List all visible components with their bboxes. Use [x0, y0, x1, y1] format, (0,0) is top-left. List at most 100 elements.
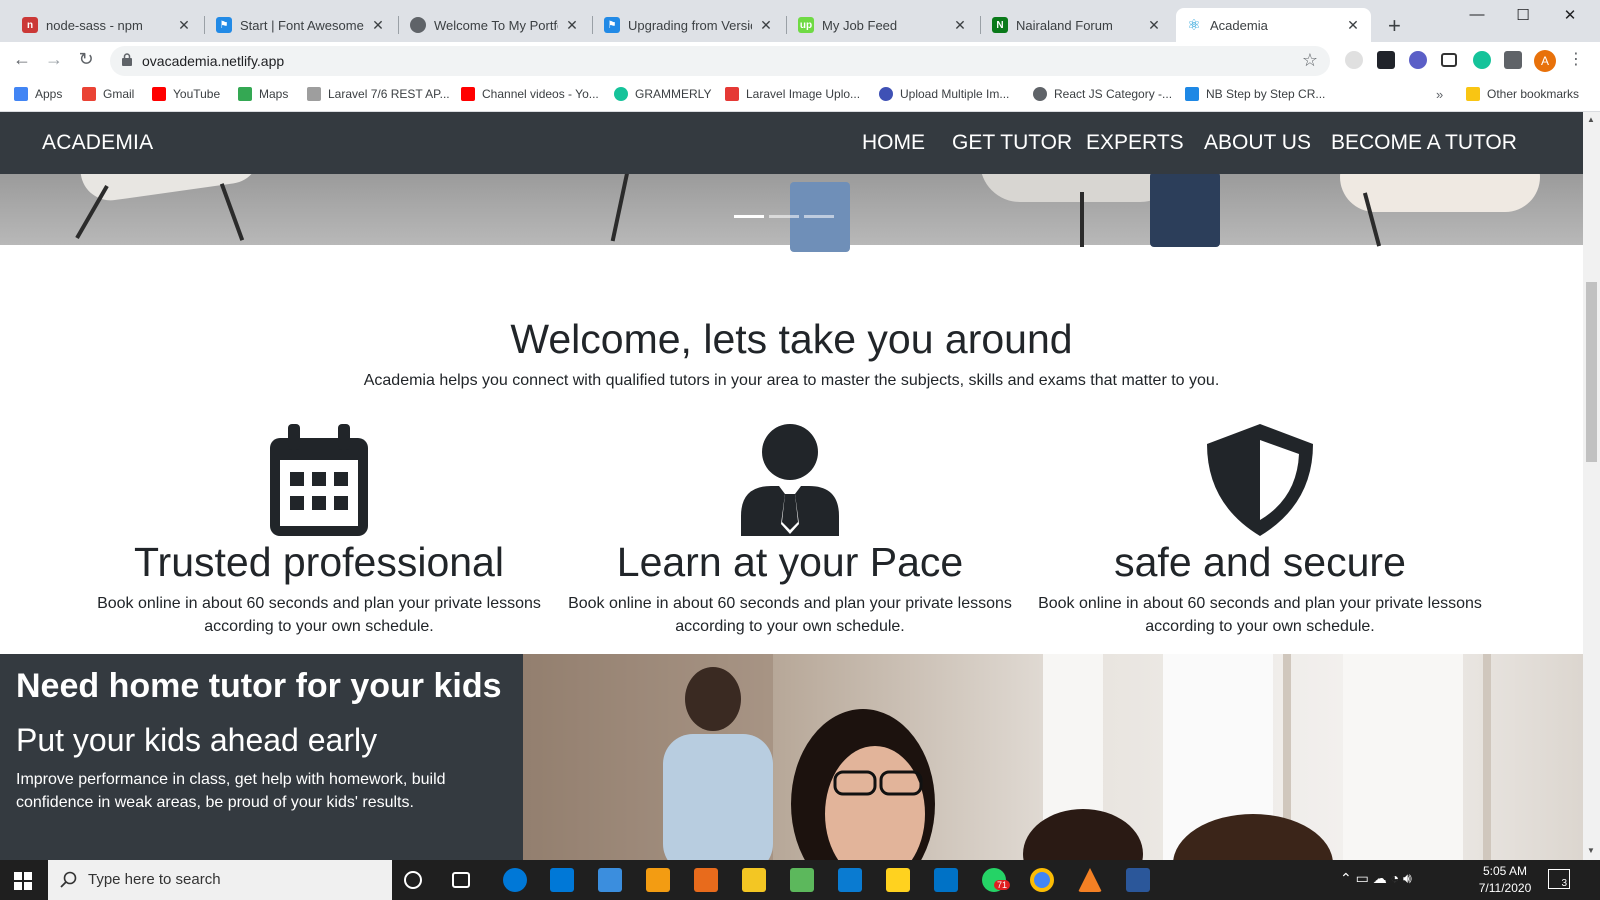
nav-become-a-tutor[interactable]: BECOME A TUTOR — [1331, 131, 1517, 155]
bookmark-gmail[interactable]: Gmail — [82, 87, 134, 101]
app-icon[interactable] — [646, 868, 670, 892]
clock-time: 5:05 AM — [1482, 864, 1528, 878]
carousel-indicator-2[interactable] — [769, 215, 799, 218]
react-devtools-icon[interactable] — [1377, 51, 1395, 69]
close-window-button[interactable]: ✕ — [1555, 6, 1585, 24]
close-tab-icon[interactable]: ✕ — [176, 17, 192, 34]
upwork-icon: up — [798, 17, 814, 33]
browser-tab-nairaland[interactable]: N Nairaland Forum ✕ — [982, 8, 1172, 42]
close-tab-icon[interactable]: ✕ — [370, 17, 386, 34]
user-tie-icon — [741, 424, 839, 536]
json-viewer-icon[interactable] — [1441, 53, 1457, 67]
carousel-indicator-3[interactable] — [804, 215, 834, 218]
vscode-icon[interactable] — [838, 868, 862, 892]
bookmark-other[interactable]: Other bookmarks — [1466, 87, 1579, 101]
page-scrollbar[interactable]: ▲ ▼ — [1583, 112, 1600, 860]
feature-text: Book online in about 60 seconds and plan… — [1038, 595, 1482, 635]
feature-title: Learn at your Pace — [616, 539, 964, 585]
page-viewport: ACADEMIA HOME GET TUTOR EXPERTS ABOUT US… — [0, 112, 1583, 860]
bookmark-laravel-image[interactable]: Laravel Image Uplo... — [725, 87, 860, 101]
new-tab-button[interactable]: + — [1388, 13, 1401, 39]
bookmark-channel-videos[interactable]: Channel videos - Yo... — [461, 87, 599, 101]
nav-home[interactable]: HOME — [862, 131, 925, 155]
reload-button[interactable]: ↻ — [74, 49, 98, 70]
tab-title: Welcome To My Portfolio — [434, 17, 558, 33]
mail-icon[interactable] — [598, 868, 622, 892]
feature-trusted: Trusted professional Book online in abou… — [89, 424, 549, 638]
site-brand[interactable]: ACADEMIA — [42, 131, 153, 155]
profile-avatar[interactable]: A — [1534, 50, 1556, 72]
task-view-icon[interactable] — [452, 872, 470, 888]
back-button[interactable]: ← — [10, 49, 34, 70]
forward-button[interactable]: → — [42, 49, 66, 70]
carousel-indicator-1[interactable] — [734, 215, 764, 218]
feature-text: Book online in about 60 seconds and plan… — [568, 595, 1012, 635]
cortana-icon[interactable] — [404, 871, 422, 889]
tab-title: Nairaland Forum — [1016, 17, 1113, 33]
tab-title: Upgrading from Version — [628, 17, 752, 33]
extension-icon[interactable] — [1409, 51, 1427, 69]
calendar-icon — [270, 424, 368, 536]
tab-title: Start | Font Awesome — [240, 17, 364, 33]
url-text: ovacademia.netlify.app — [142, 53, 285, 69]
notifications-icon[interactable]: 3 — [1548, 869, 1570, 889]
close-tab-icon[interactable]: ✕ — [564, 17, 580, 34]
close-tab-icon[interactable]: ✕ — [952, 17, 968, 34]
bookmark-upload-multiple[interactable]: Upload Multiple Im... — [879, 87, 1009, 101]
nav-experts[interactable]: EXPERTS — [1086, 131, 1184, 155]
menu-kebab-icon[interactable]: ⋮ — [1568, 49, 1584, 69]
minimize-button[interactable]: — — [1462, 6, 1492, 23]
windows-start-icon[interactable] — [14, 872, 32, 890]
scrollbar-thumb[interactable] — [1586, 282, 1597, 462]
outlook-icon[interactable] — [934, 868, 958, 892]
tutor-photo — [523, 654, 1583, 860]
feature-safe: safe and secure Book online in about 60 … — [1030, 424, 1490, 638]
address-bar[interactable]: ovacademia.netlify.app ☆ — [110, 46, 1330, 76]
close-tab-icon[interactable]: ✕ — [1146, 17, 1162, 34]
bookmarks-overflow-icon[interactable]: » — [1436, 87, 1443, 102]
file-explorer-icon[interactable] — [742, 868, 766, 892]
bookmark-star-icon[interactable]: ☆ — [1302, 50, 1318, 71]
maximize-button[interactable]: ☐ — [1508, 6, 1538, 24]
chrome-icon[interactable] — [1030, 868, 1054, 892]
close-tab-icon[interactable]: ✕ — [1345, 17, 1361, 34]
close-tab-icon[interactable]: ✕ — [758, 17, 774, 34]
tab-title: node-sass - npm — [46, 17, 143, 33]
browser-tab-academia[interactable]: ⚛ Academia ✕ — [1176, 8, 1371, 42]
store-icon[interactable] — [550, 868, 574, 892]
sticky-notes-icon[interactable] — [886, 868, 910, 892]
bookmark-apps[interactable]: Apps — [14, 87, 62, 101]
xampp-icon[interactable] — [694, 868, 718, 892]
taskbar-search[interactable]: Type here to search — [48, 860, 392, 900]
clock-date: 7/11/2020 — [1478, 881, 1532, 895]
browser-tab-npm[interactable]: n node-sass - npm ✕ — [12, 8, 202, 42]
browser-tab-font-awesome[interactable]: ⚑ Start | Font Awesome ✕ — [206, 8, 396, 42]
system-tray-icons[interactable]: ⌃ ▭ ☁ ◔ 🔊︎ — [1340, 870, 1412, 887]
vlc-icon[interactable] — [1078, 868, 1102, 892]
bookmark-youtube[interactable]: YouTube — [152, 87, 220, 101]
nav-get-tutor[interactable]: GET TUTOR — [952, 131, 1072, 155]
browser-tab-portfolio[interactable]: Welcome To My Portfolio ✕ — [400, 8, 590, 42]
bookmark-laravel-rest[interactable]: Laravel 7/6 REST AP... — [307, 87, 450, 101]
tutor-photo-image — [523, 654, 1491, 860]
taskbar-clock[interactable]: 5:05 AM 7/11/2020 — [1465, 863, 1545, 897]
lock-icon — [122, 53, 132, 66]
bookmark-react-js[interactable]: React JS Category -... — [1033, 87, 1172, 101]
flag-icon: ⚑ — [604, 17, 620, 33]
search-placeholder: Type here to search — [88, 871, 221, 888]
whatsapp-icon[interactable]: 71 — [982, 868, 1011, 892]
terminal-icon[interactable] — [790, 868, 814, 892]
tab-title: My Job Feed — [822, 17, 898, 33]
extension-icon[interactable] — [1345, 51, 1363, 69]
nav-about-us[interactable]: ABOUT US — [1204, 131, 1311, 155]
browser-tab-job-feed[interactable]: up My Job Feed ✕ — [788, 8, 978, 42]
browser-tab-upgrading[interactable]: ⚑ Upgrading from Version ✕ — [594, 8, 784, 42]
feature-title: Trusted professional — [134, 539, 504, 585]
bookmark-grammerly[interactable]: GRAMMERLY — [614, 87, 711, 101]
puzzle-icon[interactable] — [1504, 51, 1522, 69]
bookmark-maps[interactable]: Maps — [238, 87, 288, 101]
edge-icon[interactable] — [503, 868, 527, 892]
grammarly-icon[interactable] — [1473, 51, 1491, 69]
bookmark-nb-step[interactable]: NB Step by Step CR... — [1185, 87, 1325, 101]
word-icon[interactable] — [1126, 868, 1150, 892]
